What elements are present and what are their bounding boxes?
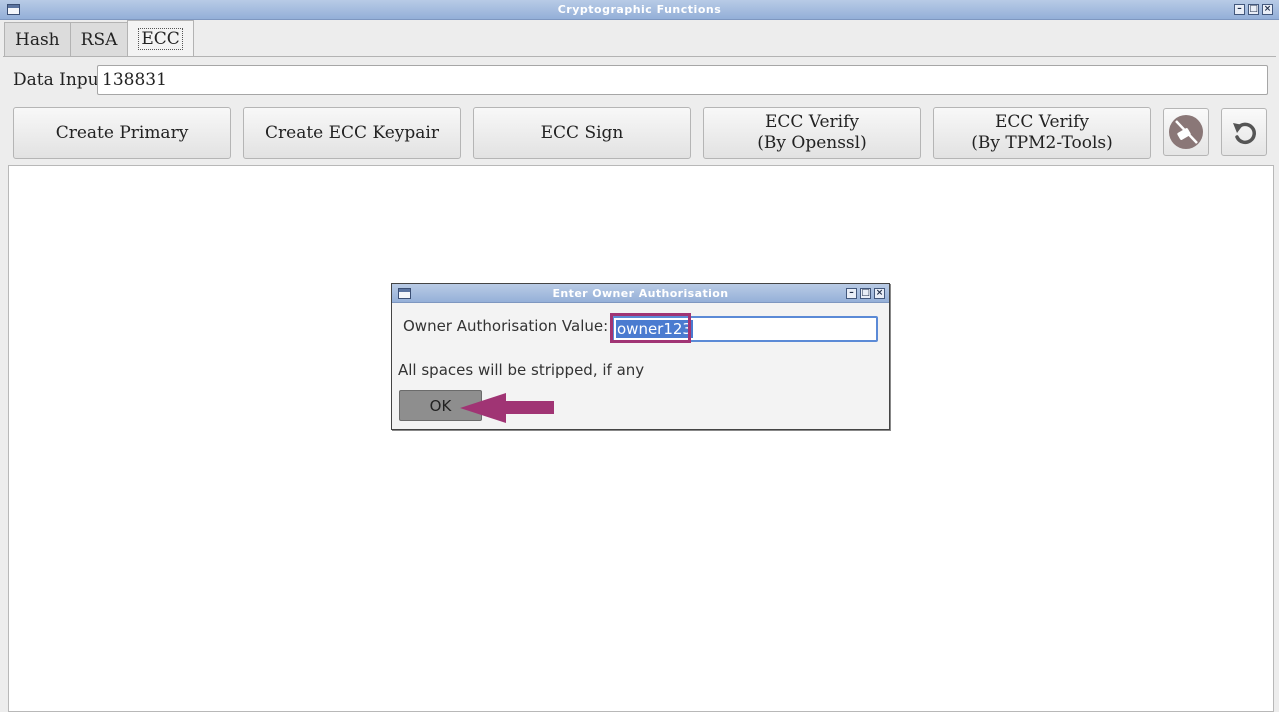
tab-bar: Hash RSA ECC [4,20,194,56]
dialog-controls: – □ × [846,288,885,299]
ecc-verify-tpm2-button[interactable]: ECC Verify (By TPM2-Tools) [933,107,1151,159]
create-ecc-keypair-button[interactable]: Create ECC Keypair [243,107,461,159]
maximize-icon[interactable]: □ [1248,4,1259,15]
window-titlebar[interactable]: Cryptographic Functions – □ × [0,0,1279,20]
minimize-icon[interactable]: – [1234,4,1245,15]
ecc-verify-openssl-button[interactable]: ECC Verify (By Openssl) [703,107,921,159]
spaces-note: All spaces will be stripped, if any [398,361,645,379]
create-primary-button[interactable]: Create Primary [13,107,231,159]
close-icon[interactable]: × [1262,4,1273,15]
tab-divider [3,56,1276,57]
dialog-titlebar[interactable]: Enter Owner Authorisation – □ × [392,284,889,303]
dialog-title: Enter Owner Authorisation [552,287,729,300]
window-controls: – □ × [1234,4,1273,15]
data-input-field[interactable] [97,65,1268,95]
pointer-arrow-icon [460,393,554,423]
clear-button[interactable] [1163,108,1209,156]
undo-icon [1233,122,1256,145]
dialog-close-icon[interactable]: × [874,288,885,299]
owner-auth-label: Owner Authorisation Value: [403,317,609,335]
ecc-verify-openssl-label-2: (By Openssl) [757,133,867,153]
window-title: Cryptographic Functions [557,3,722,16]
tab-ecc[interactable]: ECC [127,20,194,56]
clear-eraser-icon [1169,115,1203,149]
tab-rsa[interactable]: RSA [69,22,129,56]
highlight-box [610,313,691,343]
dialog-maximize-icon[interactable]: □ [860,288,871,299]
ecc-sign-button[interactable]: ECC Sign [473,107,691,159]
output-area [8,165,1274,712]
dialog-minimize-icon[interactable]: – [846,288,857,299]
ecc-verify-openssl-label-1: ECC Verify [764,112,860,132]
tab-ecc-label: ECC [138,28,183,50]
tab-hash[interactable]: Hash [4,22,71,56]
reset-button[interactable] [1221,108,1267,156]
ecc-verify-tpm2-label-1: ECC Verify [994,112,1090,132]
ecc-verify-tpm2-label-2: (By TPM2-Tools) [971,133,1113,153]
